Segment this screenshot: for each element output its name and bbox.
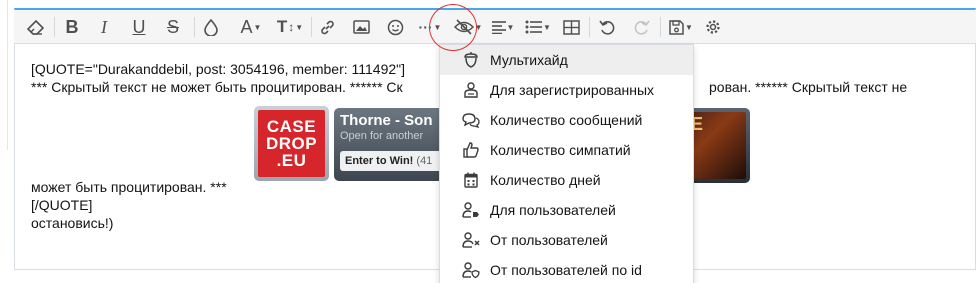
list-button[interactable]: ▼	[522, 10, 554, 44]
menu-item-label: Количество сообщений	[490, 112, 643, 128]
menu-item-label: Для пользователей	[490, 202, 616, 218]
bold-icon: B	[65, 16, 79, 37]
bold-button[interactable]: B	[61, 10, 83, 44]
menu-item-from-users[interactable]: От пользователей	[440, 225, 693, 255]
droplet-icon	[204, 18, 218, 36]
menu-item-days-count[interactable]: Количество дней	[440, 165, 693, 195]
content-line: *** Скрытый текст не может быть процитир…	[31, 79, 403, 95]
menu-item-multihide[interactable]: Мультихайд	[440, 45, 693, 75]
settings-button[interactable]	[702, 10, 724, 44]
font-size-button[interactable]: T ↕ ▼	[272, 10, 308, 44]
casedrop-logo-text: CASE	[266, 117, 317, 136]
giveaway-banner[interactable]: Thorne - Son Open for another Enter to W…	[334, 108, 444, 181]
hide-menu-dropdown: Мультихайд Для зарегистрированных Количе…	[439, 44, 694, 283]
giveaway-subtitle: Open for another	[340, 130, 424, 142]
chevron-down-icon: ▼	[295, 22, 304, 32]
strikethrough-button[interactable]: S	[162, 10, 184, 44]
font-icon: A	[240, 16, 253, 37]
menu-item-from-users-by-id[interactable]: От пользователей по id	[440, 255, 693, 283]
strikethrough-icon: S	[166, 16, 179, 37]
image-icon	[352, 20, 370, 34]
user-shield-icon	[462, 261, 480, 279]
arrows-vertical-icon: ↕	[288, 20, 295, 34]
toolbar-separator	[54, 17, 55, 37]
align-button[interactable]: ▼	[488, 10, 518, 44]
table-icon	[562, 19, 580, 35]
smiley-icon	[387, 19, 403, 35]
casedrop-banner[interactable]: CASE DROP .EU	[254, 106, 329, 181]
menu-item-label: От пользователей	[490, 232, 608, 248]
toolbar-separator	[311, 17, 312, 37]
remove-format-button[interactable]	[24, 10, 46, 44]
casedrop-logo-text: DROP	[265, 134, 318, 153]
toolbar-separator	[194, 17, 195, 37]
redo-icon	[634, 20, 650, 35]
thumbs-up-icon	[462, 141, 480, 159]
menu-item-likes-count[interactable]: Количество симпатий	[440, 135, 693, 165]
menu-item-label: Количество дней	[490, 172, 601, 188]
toolbar-separator	[660, 17, 661, 37]
menu-item-label: Для зарегистрированных	[490, 82, 655, 98]
menu-item-label: Количество симпатий	[490, 142, 631, 158]
toolbar-separator	[589, 17, 590, 37]
eraser-icon	[26, 19, 44, 35]
entries-count: (41	[416, 155, 433, 167]
link-button[interactable]	[316, 10, 338, 44]
italic-icon: I	[101, 16, 107, 37]
chevron-down-icon: ▼	[543, 22, 551, 32]
casedrop-logo-text: .EU	[276, 151, 307, 170]
editor-toolbar: B I U S A ▼ T ↕ ▼ ··· ▼ ▼ ▼ ▼ ▼	[14, 10, 976, 44]
italic-button[interactable]: I	[93, 10, 115, 44]
save-icon	[669, 19, 684, 35]
user-times-icon	[462, 231, 480, 249]
menu-item-label: От пользователей по id	[490, 262, 642, 278]
gear-icon	[706, 20, 720, 34]
casedrop-logo: CASE DROP .EU	[258, 110, 325, 177]
chevron-down-icon: ▼	[685, 22, 693, 32]
align-left-icon	[491, 21, 506, 34]
menu-item-for-users[interactable]: Для пользователей	[440, 195, 693, 225]
image-button[interactable]	[350, 10, 372, 44]
comments-icon	[462, 111, 480, 129]
annotation-circle	[429, 4, 477, 51]
giveaway-title: Thorne - Son	[340, 112, 433, 129]
redo-button[interactable]	[630, 10, 652, 44]
drafts-button[interactable]: ▼	[666, 10, 696, 44]
enter-to-win-label: Enter to Win!	[345, 155, 414, 167]
user-tag-icon	[462, 201, 480, 219]
underline-icon: U	[132, 16, 146, 37]
menu-item-label: Мультихайд	[490, 52, 568, 68]
enter-to-win-button[interactable]: Enter to Win! (41	[340, 151, 444, 171]
text-size-icon: T	[276, 17, 288, 36]
left-panel-edge	[0, 0, 8, 150]
table-button[interactable]	[560, 10, 582, 44]
text-color-button[interactable]	[200, 10, 222, 44]
underline-button[interactable]: U	[128, 10, 150, 44]
undo-button[interactable]	[596, 10, 618, 44]
undo-icon	[598, 20, 614, 35]
chevron-down-icon: ▼	[506, 22, 515, 32]
font-family-button[interactable]: A ▼	[234, 10, 268, 44]
menu-item-messages-count[interactable]: Количество сообщений	[440, 105, 693, 135]
list-icon	[525, 20, 543, 34]
acorn-icon	[462, 51, 480, 69]
link-icon	[320, 20, 334, 34]
chevron-down-icon: ▼	[253, 22, 262, 32]
menu-item-registered[interactable]: Для зарегистрированных	[440, 75, 693, 105]
calendar-icon	[462, 171, 480, 189]
content-line: рован. ****** Скрытый текст не	[709, 79, 908, 95]
smilies-button[interactable]	[384, 10, 406, 44]
user-badge-icon	[462, 81, 480, 99]
